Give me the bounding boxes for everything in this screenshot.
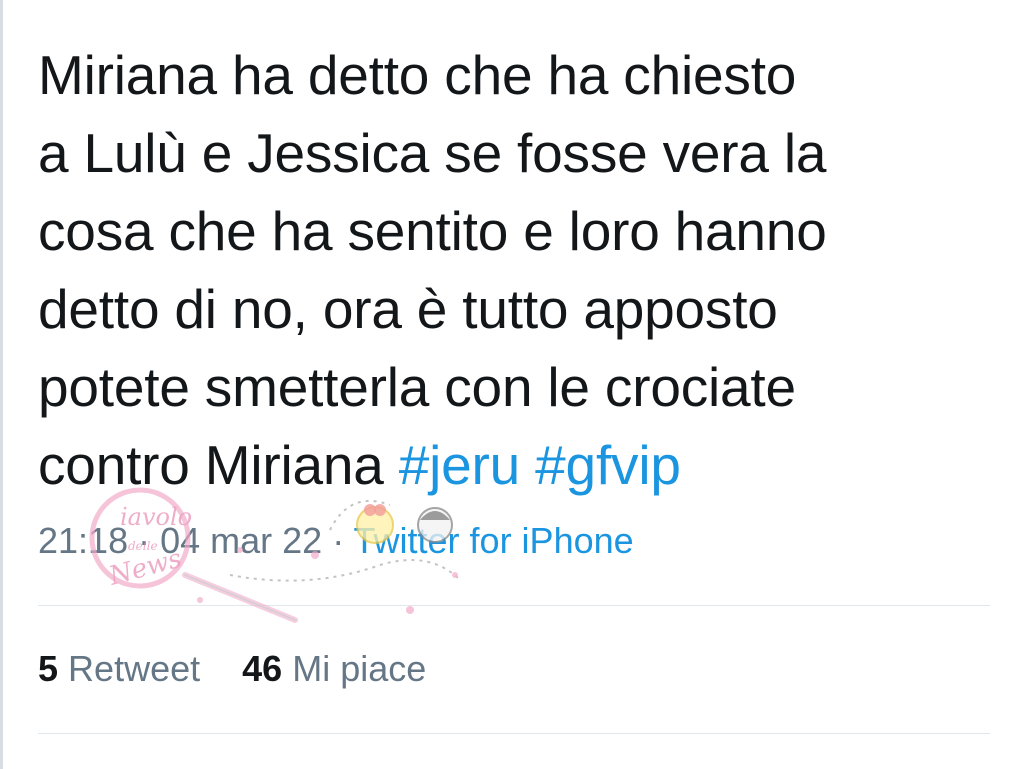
likes-count: 46: [242, 648, 283, 689]
meta-separator: ·: [322, 520, 354, 561]
tweet-line: potete smetterla con le crociate: [38, 356, 796, 418]
tweet-time[interactable]: 21:18: [38, 520, 128, 561]
left-border: [0, 0, 3, 769]
tweet-line: Miriana ha detto che ha chiesto: [38, 44, 797, 106]
retweets-count: 5: [38, 648, 59, 689]
tweet-date[interactable]: 04 mar 22: [160, 520, 322, 561]
tweet-line: detto di no, ora è tutto apposto: [38, 278, 778, 340]
tweet-text: Miriana ha detto che ha chiesto a Lulù e…: [38, 36, 998, 504]
meta-separator: ·: [128, 520, 161, 561]
hashtag-link[interactable]: #gfvip: [535, 434, 681, 496]
likes-label: Mi piace: [292, 648, 427, 689]
divider: [38, 605, 990, 606]
hashtag-link[interactable]: #jeru: [399, 434, 521, 496]
retweets-label: Retweet: [68, 648, 201, 689]
likes-stat[interactable]: 46 Mi piace: [242, 648, 426, 689]
tweet-source-link[interactable]: Twitter for iPhone: [354, 520, 634, 561]
retweets-stat[interactable]: 5 Retweet: [38, 648, 200, 689]
tweet-stats: 5 Retweet 46 Mi piace: [38, 648, 458, 690]
tweet-line: a Lulù e Jessica se fosse vera la: [38, 122, 827, 184]
tweet-line: cosa che ha sentito e loro hanno: [38, 200, 827, 262]
tweet-line-last: contro Miriana #jeru #gfvip: [38, 426, 998, 504]
tweet-meta: 21:18 · 04 mar 22 · Twitter for iPhone: [38, 520, 634, 562]
tweet-line-text: contro Miriana: [38, 434, 399, 496]
divider: [38, 733, 990, 734]
